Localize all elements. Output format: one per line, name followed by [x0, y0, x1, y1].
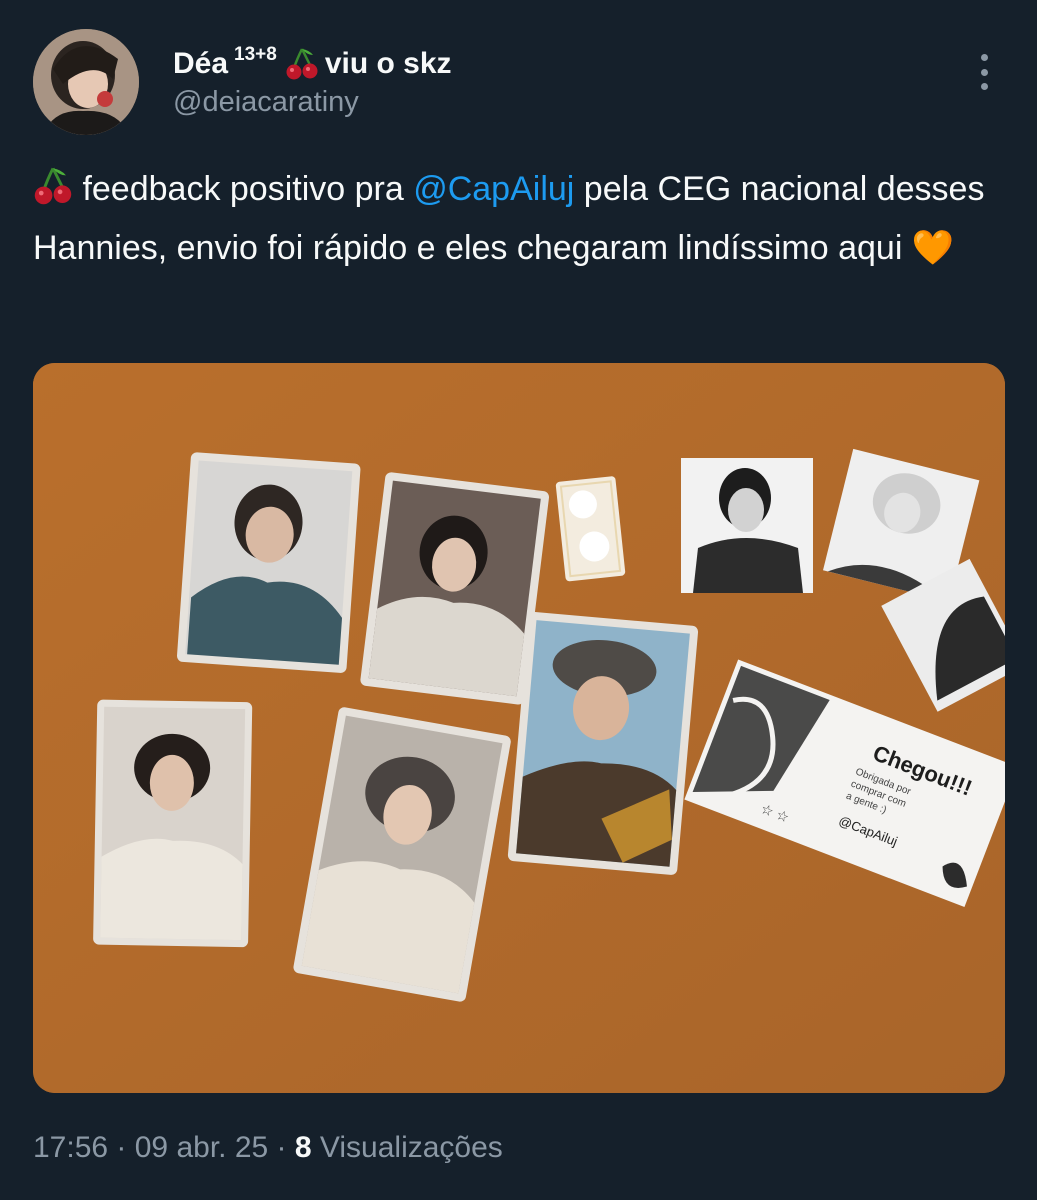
author-name-suffix[interactable]: viu o skz: [325, 47, 452, 81]
tweet-text-part-1: feedback positivo pra: [73, 170, 414, 208]
bw-print: [681, 458, 813, 593]
mention-link[interactable]: @CapAiluj: [413, 170, 574, 208]
more-options-icon[interactable]: [972, 52, 996, 92]
author-avatar[interactable]: [33, 29, 139, 135]
more-dot: [980, 54, 988, 61]
tweet-text: feedback positivo pra @CapAiluj pela CEG…: [33, 163, 993, 275]
photocard: [93, 699, 253, 948]
photocard: [176, 452, 361, 673]
orange-heart-emoji: 🧡: [911, 229, 955, 267]
sticker: [555, 476, 626, 582]
avatar-photo: [33, 29, 139, 135]
cherry-icon: [33, 166, 73, 222]
tweet-media-photo[interactable]: Chegou!!! Obrigada por comprar com a gen…: [33, 363, 1005, 1093]
views-count: 8: [294, 1131, 312, 1164]
tweet-time[interactable]: 17:56: [33, 1131, 108, 1165]
photocard: [360, 472, 550, 705]
author-name-row[interactable]: Déa 13+8 viu o skz: [173, 44, 452, 84]
photo-content: Chegou!!! Obrigada por comprar com a gen…: [33, 363, 1005, 1093]
meta-separator: ·: [108, 1131, 135, 1164]
photocard: [507, 612, 699, 875]
author-name-superscript: 13+8: [234, 44, 277, 65]
author-handle[interactable]: @deiacaratiny: [173, 86, 359, 119]
tweet-date[interactable]: 09 abr. 25: [135, 1131, 268, 1165]
meta-separator: ·: [268, 1131, 295, 1164]
views-label: Visualizações: [319, 1131, 503, 1164]
author-display-name[interactable]: Déa: [173, 47, 228, 81]
more-dot: [980, 83, 988, 90]
more-dot: [980, 68, 988, 76]
tweet-meta: 17:56 · 09 abr. 25 · 8 Visualizações: [33, 1131, 503, 1165]
cherry-icon: [285, 47, 319, 81]
